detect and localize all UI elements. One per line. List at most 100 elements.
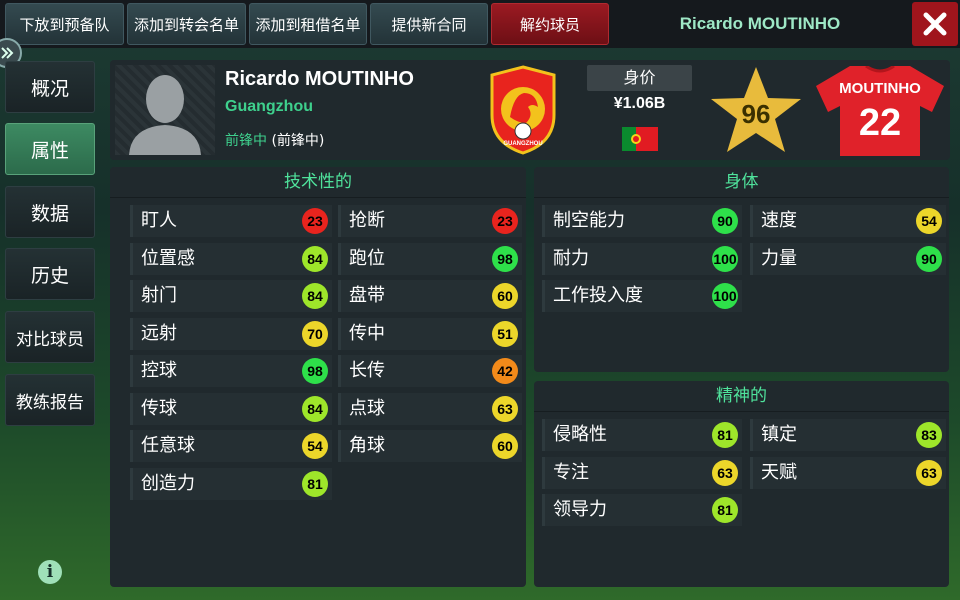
add-to-loan-list-button[interactable]: 添加到租借名单 (249, 3, 367, 45)
attribute-name: 控球 (141, 360, 177, 381)
attribute-name: 创造力 (141, 472, 195, 494)
window-title: Ricardo MOUTINHO (679, 14, 841, 33)
attribute-row[interactable]: 盯人 23 (130, 205, 332, 237)
player-silhouette-icon (129, 75, 201, 155)
portugal-flag-icon (622, 127, 658, 151)
attribute-name: 专注 (553, 461, 589, 483)
attribute-value-badge: 90 (916, 245, 942, 272)
attribute-row[interactable]: 专注 63 (542, 456, 742, 489)
attribute-value-badge: 100 (712, 283, 738, 309)
attribute-row[interactable]: 领导力 81 (542, 494, 742, 526)
club-crest-text: GUANGZHOU (503, 141, 542, 147)
attribute-row[interactable]: 跑位 98 (338, 242, 522, 275)
attribute-value-badge: 84 (302, 245, 328, 272)
value-label: 身价 (587, 65, 692, 91)
attribute-row[interactable]: 传中 51 (338, 317, 522, 350)
position-label: 前锋中 (225, 133, 267, 149)
attribute-value-badge: 51 (492, 320, 518, 347)
club-crest-icon: GUANGZHOU (490, 65, 556, 155)
attribute-row[interactable]: 镇定 83 (750, 419, 946, 451)
attribute-name: 长传 (349, 360, 385, 381)
shirt-number: 22 (858, 102, 902, 144)
attribute-row[interactable]: 耐力 100 (542, 242, 742, 275)
value-amount: ¥1.06B (613, 95, 666, 112)
top-bar: 下放到预备队 添加到转会名单 添加到租借名单 提供新合同 解约球员 Ricard… (0, 0, 960, 48)
sidebar-item-compare[interactable]: 对比球员 (5, 311, 95, 363)
offer-new-contract-button[interactable]: 提供新合同 (370, 3, 488, 45)
add-to-transfer-list-button[interactable]: 添加到转会名单 (127, 3, 246, 45)
attribute-name: 力量 (761, 247, 797, 269)
attribute-name: 领导力 (553, 499, 607, 520)
attribute-value-badge: 70 (302, 320, 328, 347)
attribute-name: 侵略性 (553, 424, 607, 445)
attribute-row[interactable]: 射门 84 (130, 280, 332, 312)
attribute-name: 点球 (349, 397, 385, 419)
sidebar-item-history[interactable]: 历史 (5, 248, 95, 300)
attribute-value-badge: 81 (712, 497, 738, 523)
attribute-row[interactable]: 速度 54 (750, 205, 946, 237)
attribute-value-badge: 63 (492, 395, 518, 422)
technical-panel: 技术性的 盯人 23 位置感 84 射门 84 远射 70 控球 98 传球 84 任意球 54 创造力 81… (110, 167, 526, 587)
attribute-name: 远射 (141, 322, 177, 344)
demote-to-reserves-button[interactable]: 下放到预备队 (5, 3, 124, 45)
player-name: Ricardo MOUTINHO (225, 68, 414, 90)
sidebar-item-attributes[interactable]: 属性 (5, 123, 95, 175)
attribute-value-badge: 81 (712, 422, 738, 448)
attribute-value-badge: 90 (712, 208, 738, 234)
attribute-name: 任意球 (141, 435, 195, 456)
double-chevron-right-icon (1, 47, 14, 59)
attribute-row[interactable]: 位置感 84 (130, 242, 332, 275)
attribute-name: 射门 (141, 285, 177, 306)
physical-panel: 身体 制空能力 90 耐力 100 工作投入度 100 速度 54 力量 90 (534, 167, 949, 372)
attribute-value-badge: 84 (302, 283, 328, 309)
attribute-row[interactable]: 传球 84 (130, 392, 332, 425)
attribute-row[interactable]: 创造力 81 (130, 467, 332, 500)
sidebar-item-stats[interactable]: 数据 (5, 186, 95, 238)
attribute-value-badge: 23 (492, 208, 518, 234)
close-icon (923, 12, 947, 36)
club-crest: GUANGZHOU (488, 65, 558, 159)
attribute-row[interactable]: 抢断 23 (338, 205, 522, 237)
attribute-row[interactable]: 力量 90 (750, 242, 946, 275)
attribute-value-badge: 98 (492, 245, 518, 272)
attribute-value-badge: 63 (916, 459, 942, 486)
avatar (115, 65, 215, 155)
attribute-row[interactable]: 点球 63 (338, 392, 522, 425)
attribute-name: 镇定 (761, 424, 797, 445)
attribute-value-badge: 98 (302, 358, 328, 384)
attribute-row[interactable]: 侵略性 81 (542, 419, 742, 451)
close-button[interactable] (912, 2, 958, 46)
mental-panel: 精神的 侵略性 81 专注 63 领导力 81 镇定 83 天赋 63 (534, 381, 949, 587)
attribute-name: 耐力 (553, 247, 589, 269)
release-player-button[interactable]: 解约球员 (491, 3, 609, 45)
attribute-value-badge: 54 (916, 208, 942, 234)
attribute-row[interactable]: 远射 70 (130, 317, 332, 350)
info-icon[interactable]: i (38, 560, 62, 584)
technical-title: 技术性的 (110, 167, 526, 198)
attribute-value-badge: 60 (492, 433, 518, 459)
attribute-row[interactable]: 制空能力 90 (542, 205, 742, 237)
attribute-name: 工作投入度 (553, 285, 643, 306)
player-club[interactable]: Guangzhou (225, 98, 313, 116)
attribute-name: 传球 (141, 397, 177, 419)
attribute-value-badge: 23 (302, 208, 328, 234)
sidebar-item-coach-report[interactable]: 教练报告 (5, 374, 95, 426)
attribute-row[interactable]: 控球 98 (130, 355, 332, 387)
attribute-name: 位置感 (141, 247, 195, 269)
attribute-name: 抢断 (349, 210, 385, 231)
attribute-value-badge: 54 (302, 433, 328, 459)
attribute-row[interactable]: 角球 60 (338, 430, 522, 462)
sidebar-item-overview[interactable]: 概况 (5, 61, 95, 113)
attribute-row[interactable]: 天赋 63 (750, 456, 946, 489)
attribute-row[interactable]: 盘带 60 (338, 280, 522, 312)
overall-rating: 96 (741, 98, 771, 129)
attribute-row[interactable]: 任意球 54 (130, 430, 332, 462)
attribute-name: 盯人 (141, 210, 177, 231)
attribute-row[interactable]: 长传 42 (338, 355, 522, 387)
attribute-name: 速度 (761, 210, 797, 231)
attribute-value-badge: 83 (916, 422, 942, 448)
attribute-name: 跑位 (349, 247, 385, 269)
physical-title: 身体 (534, 167, 949, 198)
attribute-row[interactable]: 工作投入度 100 (542, 280, 742, 312)
attribute-name: 天赋 (761, 461, 797, 483)
